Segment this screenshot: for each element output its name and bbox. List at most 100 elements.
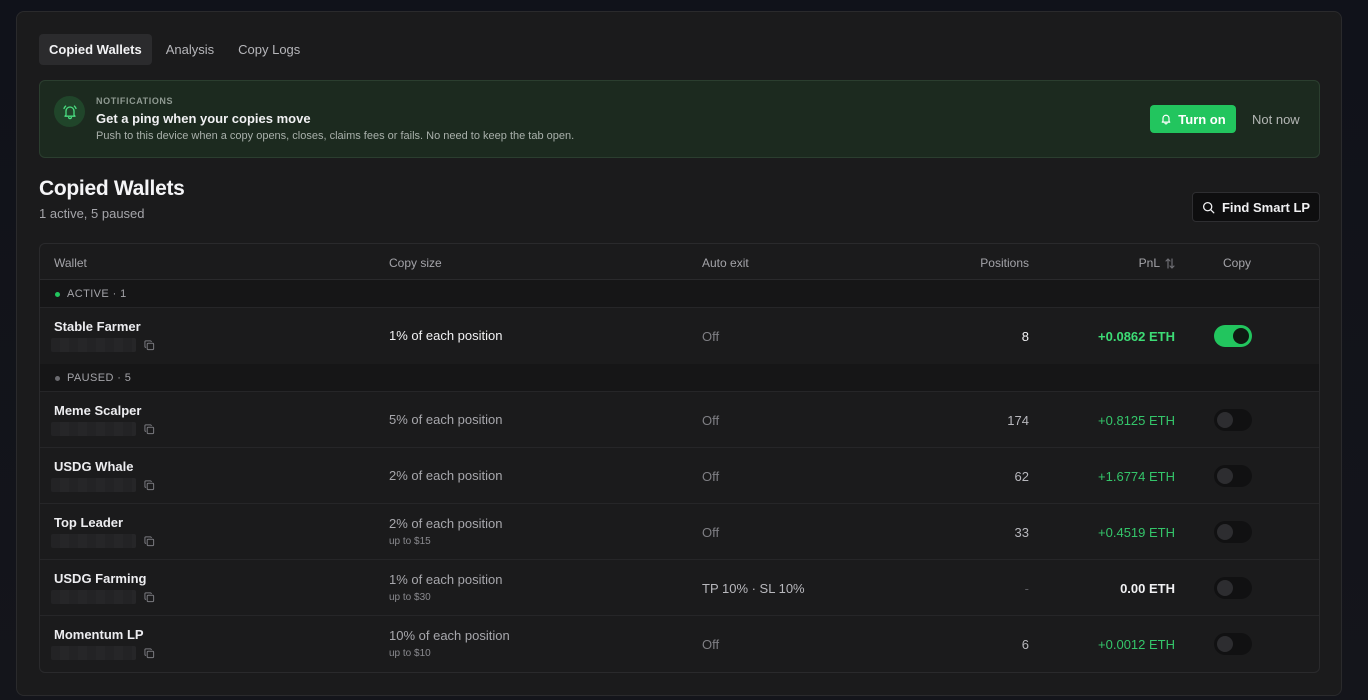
positions-count: 8 [1021, 329, 1029, 344]
copied-wallets-table: Wallet Copy size Auto exit Positions PnL… [39, 243, 1320, 673]
pnl-value: +0.4519 ETH [1098, 525, 1175, 540]
turn-on-button[interactable]: Turn on [1150, 105, 1236, 133]
copy-toggle[interactable] [1214, 465, 1252, 487]
status-dot [55, 376, 60, 381]
copy-address-icon[interactable] [144, 424, 155, 435]
positions-count: - [1024, 581, 1029, 596]
wallet-name[interactable]: USDG Whale [54, 459, 133, 474]
copy-size: 2% of each position [389, 468, 503, 483]
positions-count: 62 [1014, 469, 1029, 484]
group-label-paused: PAUSED · 5 [67, 372, 132, 384]
column-pnl-label: PnL [1138, 256, 1160, 270]
auto-exit-value: Off [702, 469, 720, 484]
auto-exit-value: Off [702, 329, 720, 344]
auto-exit-value: Off [702, 525, 720, 540]
tab-copied-wallets[interactable]: Copied Wallets [39, 34, 152, 65]
wallet-address-redacted [51, 590, 136, 604]
positions-count: 33 [1014, 525, 1029, 540]
tab-copy-logs[interactable]: Copy Logs [228, 34, 310, 65]
copy-size: 1% of each position [389, 328, 503, 343]
copy-size: 1% of each position [389, 572, 503, 587]
copy-size-cap: up to $10 [389, 648, 431, 659]
copy-size: 5% of each position [389, 412, 503, 427]
copy-size: 2% of each position [389, 516, 503, 531]
turn-on-label: Turn on [1178, 111, 1226, 127]
table-row[interactable]: Momentum LP 10% of each position up to $10… [40, 616, 1319, 672]
find-smart-lp-label: Find Smart LP [1221, 199, 1311, 215]
table-row[interactable]: Meme Scalper 5% of each position Off 174 +0.… [40, 392, 1319, 448]
status-dot [55, 292, 60, 297]
table-header: Wallet Copy size Auto exit Positions PnL… [40, 244, 1319, 280]
wallet-name[interactable]: USDG Farming [54, 571, 146, 586]
copy-size: 10% of each position [389, 628, 510, 643]
copy-toggle[interactable] [1214, 577, 1252, 599]
group-header-paused: PAUSED · 5 [40, 364, 1319, 392]
wallet-name[interactable]: Stable Farmer [54, 319, 141, 334]
copy-address-icon[interactable] [144, 480, 155, 491]
column-wallet: Wallet [54, 256, 87, 270]
toggle-knob [1217, 636, 1233, 652]
toggle-knob [1217, 468, 1233, 484]
sort-arrows-icon [1165, 257, 1175, 269]
copy-trading-panel: Copied Wallets Analysis Copy Logs NOTIFI… [16, 11, 1342, 696]
wallet-name[interactable]: Top Leader [54, 515, 123, 530]
table-row[interactable]: USDG Farming 1% of each position up to $30… [40, 560, 1319, 616]
copy-toggle[interactable] [1214, 521, 1252, 543]
table-row[interactable]: Top Leader 2% of each position up to $15 Of… [40, 504, 1319, 560]
bell-icon [54, 96, 85, 127]
tab-bar: Copied Wallets Analysis Copy Logs [39, 34, 310, 65]
paused-rows: Meme Scalper 5% of each position Off 174 +0.… [40, 392, 1319, 672]
wallet-name[interactable]: Momentum LP [54, 627, 144, 642]
wallet-address-redacted [51, 338, 136, 352]
column-copy-size: Copy size [389, 256, 442, 270]
copy-address-icon[interactable] [144, 536, 155, 547]
page-title: Copied Wallets [39, 177, 185, 200]
notification-banner: NOTIFICATIONS Get a ping when your copie… [39, 80, 1320, 158]
copy-size-cap: up to $30 [389, 592, 431, 603]
wallet-address-redacted [51, 478, 136, 492]
wallet-address-redacted [51, 646, 136, 660]
copy-size-cap: up to $15 [389, 536, 431, 547]
find-smart-lp-button[interactable]: Find Smart LP [1192, 192, 1320, 222]
auto-exit-value: Off [702, 637, 720, 652]
table-row[interactable]: Stable Farmer 1% of each position Off 8 +0.0… [40, 308, 1319, 364]
copy-address-icon[interactable] [144, 648, 155, 659]
positions-count: 174 [1007, 413, 1029, 428]
auto-exit-value: Off [702, 413, 720, 428]
search-icon [1202, 201, 1215, 213]
group-header-active: ACTIVE · 1 [40, 280, 1319, 308]
toggle-knob [1217, 412, 1233, 428]
not-now-button[interactable]: Not now [1246, 105, 1306, 133]
column-pnl[interactable]: PnL [1139, 256, 1175, 270]
toggle-knob [1217, 580, 1233, 596]
page-subtitle: 1 active, 5 paused [39, 206, 145, 221]
copy-toggle[interactable] [1214, 325, 1252, 347]
column-auto-exit: Auto exit [702, 256, 749, 270]
table-row[interactable]: USDG Whale 2% of each position Off 62 +1.677… [40, 448, 1319, 504]
notification-headline: Get a ping when your copies move [96, 111, 311, 126]
pnl-value: +0.0862 ETH [1098, 329, 1175, 344]
notification-description: Push to this device when a copy opens, c… [96, 130, 575, 142]
wallet-address-redacted [51, 422, 136, 436]
pnl-value: +0.0012 ETH [1098, 637, 1175, 652]
wallet-name[interactable]: Meme Scalper [54, 403, 141, 418]
copy-address-icon[interactable] [144, 592, 155, 603]
positions-count: 6 [1021, 637, 1029, 652]
pnl-value: 0.00 ETH [1120, 581, 1175, 596]
copy-toggle[interactable] [1214, 633, 1252, 655]
copy-address-icon[interactable] [144, 340, 155, 351]
copy-toggle[interactable] [1214, 409, 1252, 431]
tab-analysis[interactable]: Analysis [156, 34, 224, 65]
auto-exit-value: TP 10% · SL 10% [702, 581, 805, 596]
active-rows: Stable Farmer 1% of each position Off 8 +0.0… [40, 308, 1319, 364]
group-label-active: ACTIVE · 1 [67, 288, 127, 300]
toggle-knob [1233, 328, 1249, 344]
pnl-value: +0.8125 ETH [1098, 413, 1175, 428]
pnl-value: +1.6774 ETH [1098, 469, 1175, 484]
notification-eyebrow: NOTIFICATIONS [96, 96, 174, 106]
wallet-address-redacted [51, 534, 136, 548]
column-positions: Positions [980, 256, 1029, 270]
bell-icon [1161, 114, 1171, 125]
toggle-knob [1217, 524, 1233, 540]
column-copy: Copy [1223, 256, 1252, 270]
